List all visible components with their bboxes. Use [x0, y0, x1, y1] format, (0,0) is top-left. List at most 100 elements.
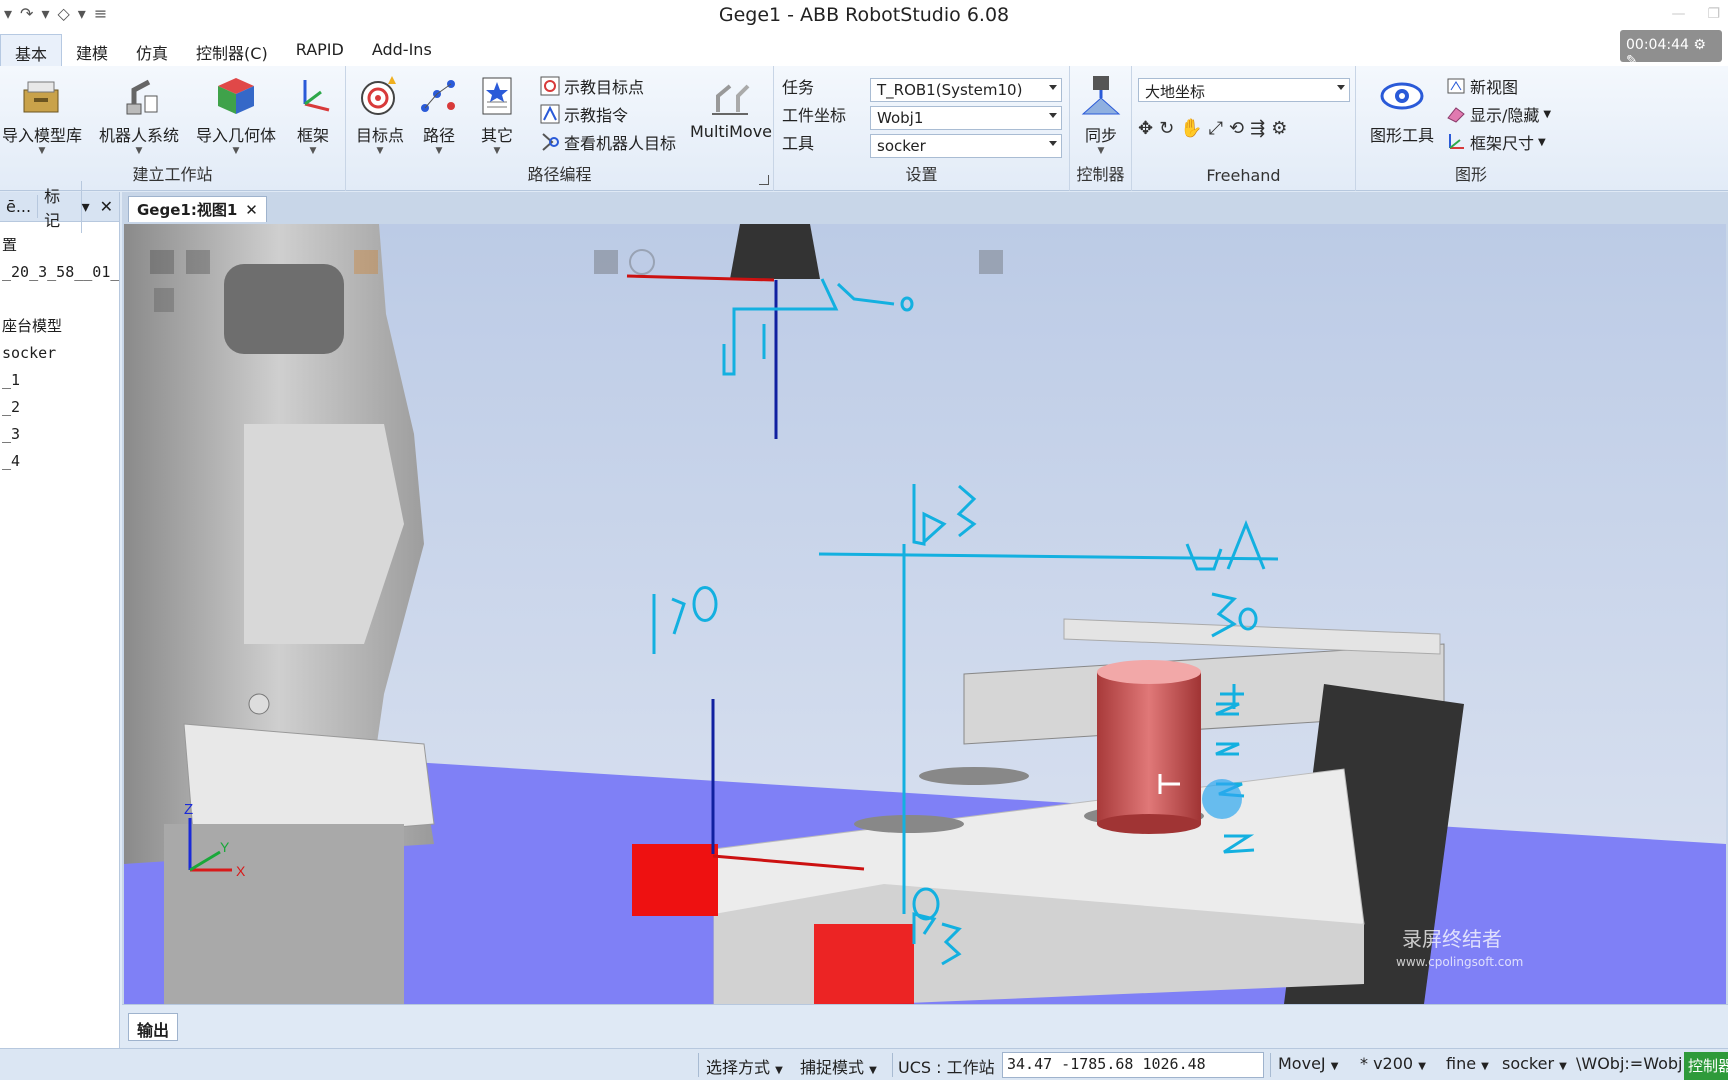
tab-rapid[interactable]: RAPID — [282, 34, 358, 66]
speed-dropdown[interactable]: * v200 ▼ — [1360, 1054, 1426, 1073]
show-hide-button[interactable]: 显示/隐藏 ▼ — [1446, 102, 1551, 126]
close-icon[interactable]: ✕ — [100, 197, 113, 216]
tab-home[interactable]: 基本 — [0, 34, 63, 66]
teach-target-button[interactable]: 示教目标点 — [540, 74, 644, 98]
other-button[interactable]: 其它 ▼ — [472, 74, 522, 156]
chevron-down-icon: ▼ — [1418, 1061, 1426, 1072]
cursor-coordinates: 34.47 -1785.68 1026.48 — [1002, 1052, 1264, 1078]
multimove-button[interactable]: MultiMove — [690, 74, 772, 141]
document-area: Gege1:视图1 ✕ Z Y X 录屏终结者 www.cpolingsoft.… — [122, 192, 1728, 1004]
reference-frame-select[interactable]: 大地坐标 — [1138, 78, 1350, 102]
close-icon[interactable]: ✕ — [245, 201, 258, 219]
teach-instruction-icon — [540, 104, 560, 124]
ribbon: 导入模型库 ▼ 机器人系统 ▼ 导入几何体 ▼ 框架 ▼ 建立工作站 目标点 ▼… — [0, 66, 1728, 191]
import-geometry-button[interactable]: 导入几何体 ▼ — [192, 74, 280, 156]
tool-label: 工具 — [782, 134, 815, 153]
jog-joint-icon[interactable]: ✋ — [1180, 118, 1202, 139]
teach-target-icon — [540, 76, 560, 96]
jog-tool-icon[interactable]: ⚙ — [1271, 118, 1287, 139]
frame-size-icon — [1446, 132, 1466, 152]
eye-icon — [1380, 74, 1424, 118]
chevron-down-icon: ▼ — [1543, 108, 1552, 120]
tab-output[interactable]: 输出 — [128, 1013, 179, 1041]
workobject-select[interactable]: Wobj1 — [870, 106, 1062, 130]
sync-controller-icon — [1079, 74, 1123, 118]
group-settings: 任务 工件坐标 工具 T_ROB1(System10) Wobj1 socker… — [774, 66, 1070, 191]
new-view-button[interactable]: 新视图 — [1446, 74, 1518, 98]
chevron-down-icon: ▼ — [1330, 1061, 1339, 1072]
snap-mode-dropdown[interactable]: 捕捉模式 ▼ — [800, 1054, 877, 1078]
tree-item[interactable]: _3 — [0, 421, 119, 448]
recorder-time: 00:04:44 — [1626, 37, 1689, 53]
tree-item[interactable]: 置 — [0, 232, 119, 259]
task-label: 任务 — [782, 78, 815, 97]
group-freehand: 大地坐标 ✥ ↻ ✋ ⤢ ⟲ ⇶ ⚙ Freehand — [1132, 66, 1356, 191]
chevron-down-icon — [1049, 113, 1057, 118]
target-button[interactable]: 目标点 ▼ — [352, 74, 408, 156]
zone-dropdown[interactable]: fine ▼ — [1446, 1054, 1489, 1073]
panel-menu-icon[interactable]: ▾ — [82, 197, 90, 216]
screen-recorder-widget[interactable]: 00:04:44 ⚙ ✎ — [1620, 30, 1722, 69]
path-button[interactable]: 路径 ▼ — [414, 74, 464, 156]
selection-mode-dropdown[interactable]: 选择方式 ▼ — [706, 1054, 783, 1078]
controller-status-badge[interactable]: 控制器状态 — [1684, 1052, 1728, 1080]
group-label: 设置 — [905, 165, 938, 184]
panel-tab-marks[interactable]: 标记 — [38, 180, 82, 233]
frame-size-button[interactable]: 框架尺寸 ▼ — [1446, 130, 1546, 154]
view-target-icon — [540, 132, 560, 152]
workobject-label: 工件坐标 — [782, 106, 847, 125]
tree-item[interactable]: _1 — [0, 367, 119, 394]
tab-modeling[interactable]: 建模 — [62, 34, 122, 66]
tab-addins[interactable]: Add-Ins — [358, 34, 446, 66]
move-instruction-dropdown[interactable]: MoveJ ▼ — [1278, 1054, 1338, 1073]
chevron-down-icon: ▼ — [309, 146, 317, 156]
frame-button[interactable]: 框架 ▼ — [288, 74, 338, 156]
path-icon — [417, 74, 461, 118]
axis-label-y: Y — [220, 839, 230, 855]
panel-tab-layout[interactable]: ē... — [0, 195, 39, 218]
multi-robot-jog-icon[interactable]: ⇶ — [1250, 118, 1265, 139]
import-library-button[interactable]: 导入模型库 ▼ — [0, 74, 84, 156]
chevron-down-icon: ▼ — [376, 146, 384, 156]
ucs-indicator: UCS : 工作站 — [898, 1058, 995, 1077]
multimove-robots-icon — [708, 74, 752, 118]
chevron-down-icon — [1337, 85, 1345, 90]
title-bar: ▾ ↷ ▾ ◇ ▾ ≡ Gege1 - ABB RobotStudio 6.08… — [0, 0, 1728, 32]
tool-dropdown[interactable]: socker ▼ — [1502, 1054, 1567, 1073]
chevron-down-icon: ▼ — [1538, 136, 1546, 148]
group-dialog-launcher-icon[interactable] — [759, 175, 769, 185]
tree-item[interactable]: _4 — [0, 448, 119, 475]
move-icon[interactable]: ✥ — [1138, 118, 1153, 139]
jog-linear-icon[interactable]: ⤢ — [1209, 118, 1223, 139]
teach-instruction-button[interactable]: 示教指令 — [540, 102, 628, 126]
red-block-model — [632, 844, 718, 916]
tab-view1[interactable]: Gege1:视图1 ✕ — [128, 196, 267, 222]
eraser-icon — [1446, 104, 1466, 124]
tree-item[interactable]: socker — [0, 340, 119, 367]
rotate-icon[interactable]: ↻ — [1159, 118, 1174, 139]
socket-tool-model — [730, 224, 820, 279]
group-graphics: 图形工具 新视图 显示/隐藏 ▼ 框架尺寸 ▼ 图形 — [1356, 66, 1586, 191]
3d-viewport[interactable]: Z Y X 录屏终结者 www.cpolingsoft.com — [124, 224, 1726, 1004]
tree-item[interactable]: _2 — [0, 394, 119, 421]
minimize-icon[interactable]: — — [1671, 6, 1685, 22]
tree-item[interactable]: _20_3_58__01_2 — [0, 259, 119, 286]
view-robot-target-button[interactable]: 查看机器人目标 — [540, 130, 676, 154]
robot-system-button[interactable]: 机器人系统 ▼ — [94, 74, 184, 156]
tab-simulation[interactable]: 仿真 — [122, 34, 182, 66]
watermark-url: www.cpolingsoft.com — [1396, 955, 1523, 969]
graphics-tools-button[interactable]: 图形工具 — [1360, 74, 1444, 146]
frame-axes-icon — [291, 74, 335, 118]
window-title: Gege1 - ABB RobotStudio 6.08 — [718, 4, 1010, 26]
tab-controller[interactable]: 控制器(C) — [182, 34, 282, 66]
task-select[interactable]: T_ROB1(System10) — [870, 78, 1062, 102]
sync-button[interactable]: 同步 ▼ — [1074, 74, 1128, 156]
jog-reorient-icon[interactable]: ⟲ — [1229, 118, 1244, 139]
maximize-icon[interactable]: ❐ — [1707, 6, 1720, 22]
cylinder-workpiece-model — [1097, 660, 1201, 834]
chevron-down-icon: ▼ — [493, 146, 501, 156]
tool-select[interactable]: socker — [870, 134, 1062, 158]
tree-item[interactable]: 座台模型 — [0, 313, 119, 340]
group-label: 图形 — [1454, 165, 1487, 184]
group-build-station: 导入模型库 ▼ 机器人系统 ▼ 导入几何体 ▼ 框架 ▼ 建立工作站 — [0, 66, 346, 191]
